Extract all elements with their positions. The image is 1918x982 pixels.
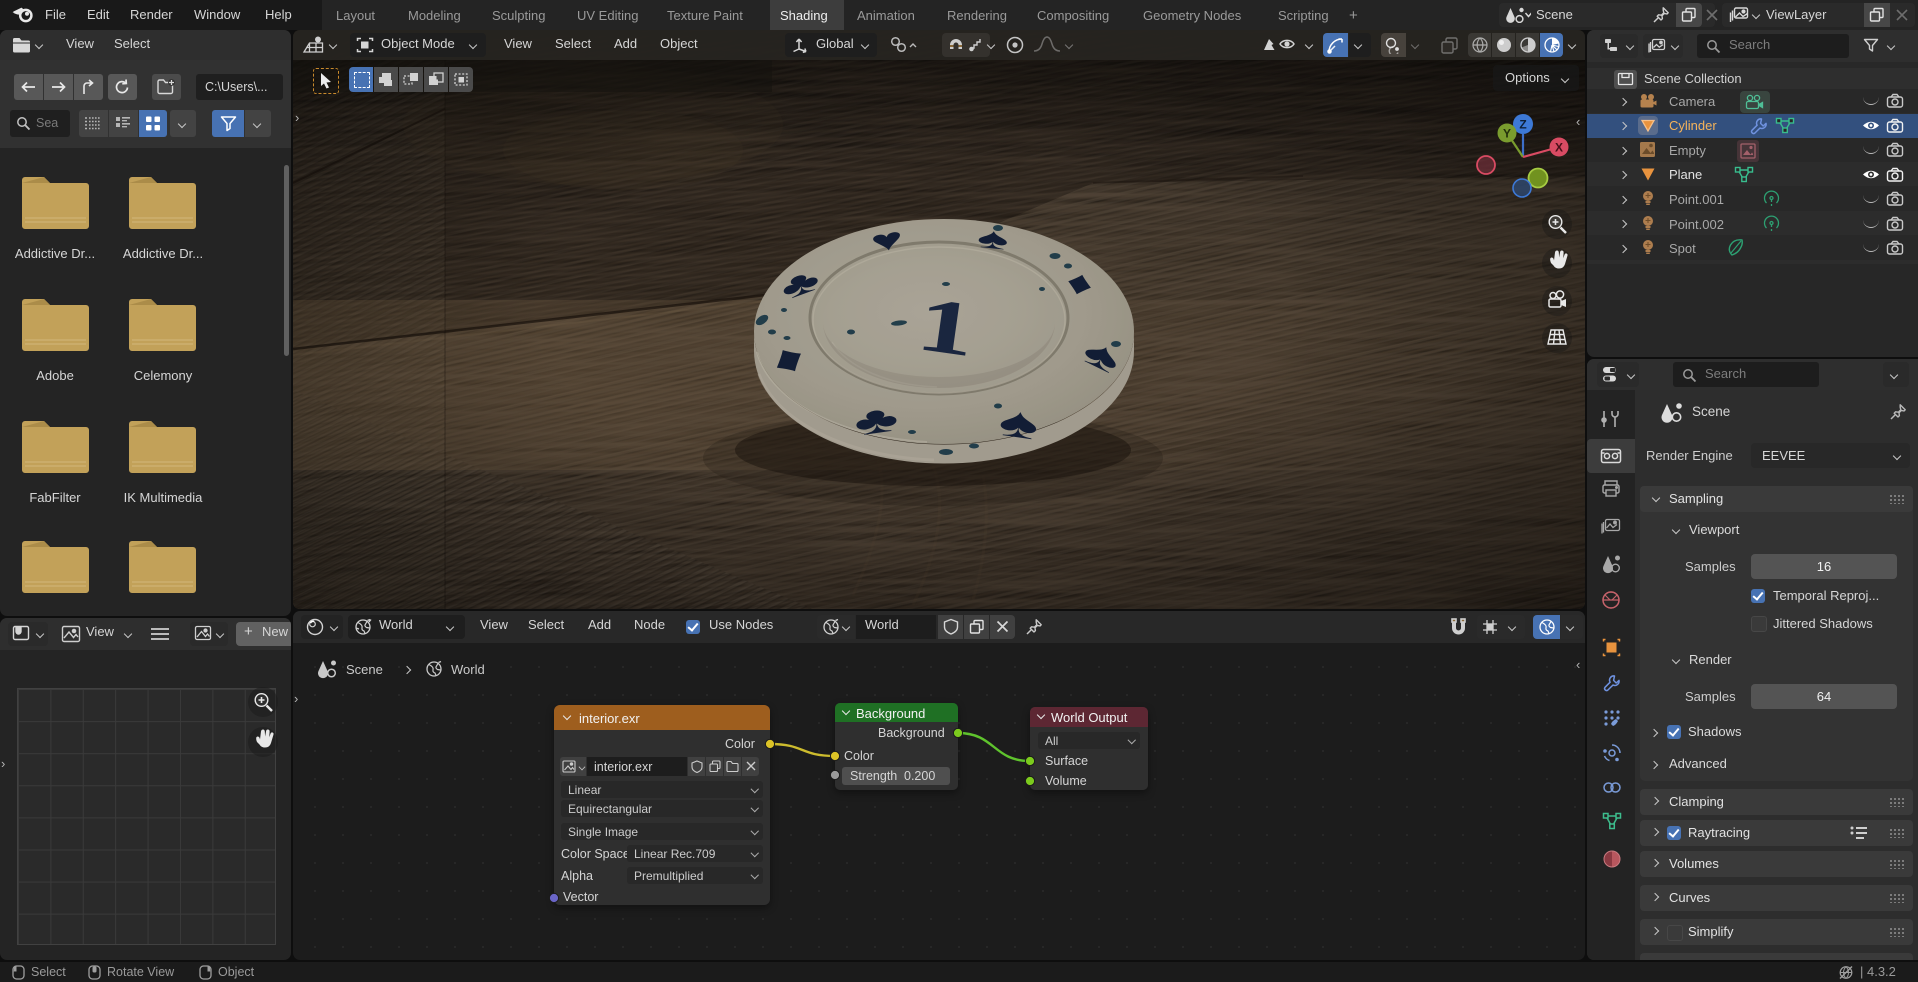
svg-text:Z: Z	[1519, 118, 1526, 132]
svg-text:Y: Y	[1503, 127, 1511, 141]
svg-text:X: X	[1555, 141, 1563, 155]
